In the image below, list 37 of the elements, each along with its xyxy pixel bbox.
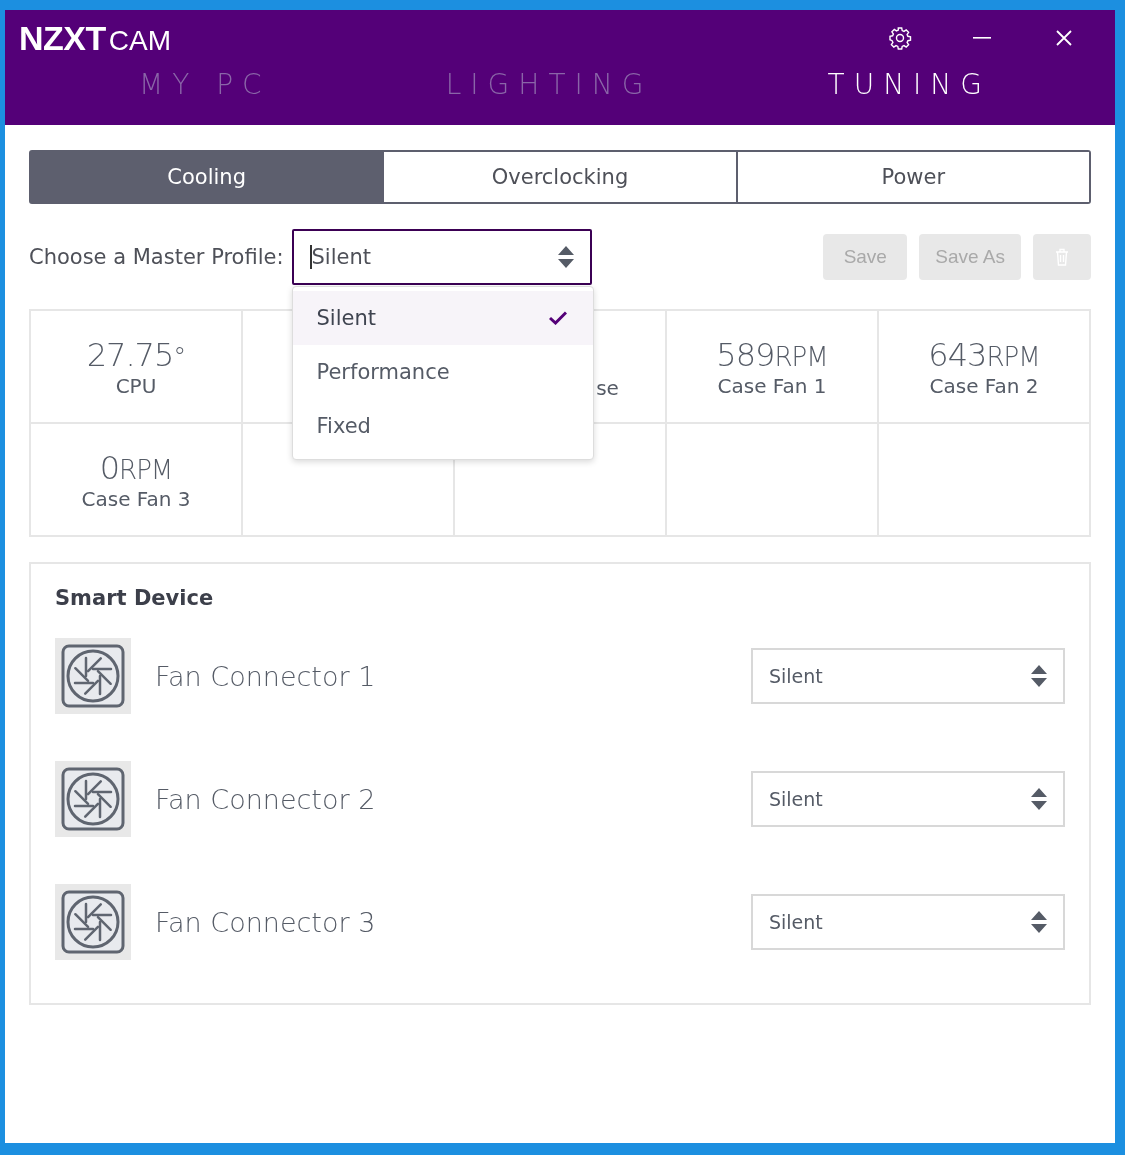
logo-wordmark: NZXT [19, 18, 106, 58]
card-title: Smart Device [55, 586, 215, 610]
sensor-reading: 643RPM [928, 335, 1040, 374]
sensor-name: Case Fan 2 [929, 373, 1039, 398]
cooling-tab[interactable]: Cooling [31, 152, 383, 202]
settings-icon [888, 26, 912, 50]
sensor-reading: 0RPM [99, 448, 173, 487]
nav-tab[interactable]: TUNING [817, 60, 1001, 109]
fan-icon [55, 884, 131, 960]
fan-connector-name: Fan Connector 2 [155, 783, 377, 815]
fan-icon [55, 638, 131, 714]
menu-item[interactable]: Performance [292, 345, 593, 399]
sensor-name: Case Fan 1 [717, 373, 827, 398]
cooling-tab[interactable]: Power [735, 152, 1089, 202]
sensor-reading: 589RPM [716, 335, 828, 374]
sort-arrows-icon [1031, 788, 1047, 810]
sensor-name: se [596, 375, 619, 400]
profile-label: Choose a Master Profile: [29, 245, 284, 269]
sensor-name: Case Fan 3 [81, 486, 191, 511]
fan-profile-select[interactable]: Silent [751, 771, 1065, 827]
sensor-name: CPU [115, 373, 157, 398]
minimize-icon [973, 37, 991, 39]
sort-arrows-icon [557, 246, 574, 268]
check-icon [548, 311, 567, 325]
app-name: CAM [108, 24, 171, 57]
fan-icon [55, 761, 131, 837]
menu-item[interactable]: Fixed [292, 399, 593, 453]
fan-profile-select[interactable]: Silent [751, 894, 1065, 950]
sensor-reading: 27.75° [86, 335, 186, 374]
fan-connector-name: Fan Connector 3 [155, 906, 377, 938]
fan-connector-name: Fan Connector 1 [155, 660, 377, 692]
profile-select[interactable]: Silent [291, 229, 592, 285]
sort-arrows-icon [1031, 911, 1047, 933]
menu-item[interactable]: Silent [292, 291, 593, 345]
close-icon [1056, 30, 1072, 46]
fan-profile-select[interactable]: Silent [751, 648, 1065, 704]
sort-arrows-icon [1031, 665, 1047, 687]
